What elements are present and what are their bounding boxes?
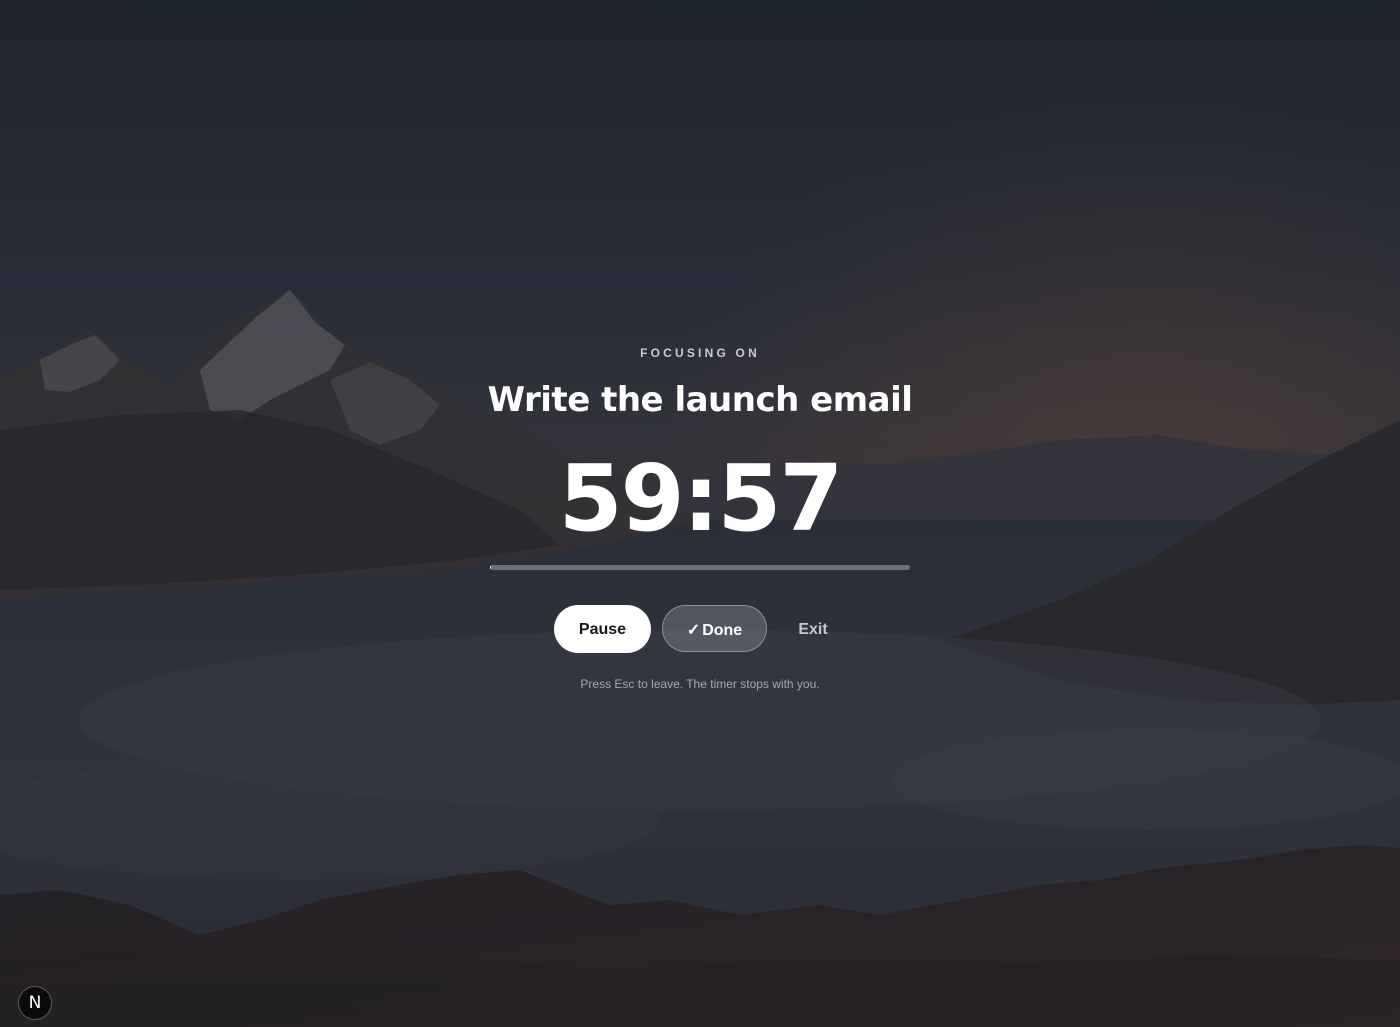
focusing-on-label: FOCUSING ON (640, 346, 760, 360)
timer-progress-bar (490, 565, 910, 570)
done-button[interactable]: ✓ Done (662, 605, 767, 652)
focus-mode-screen: FOCUSING ON Write the launch email 59:57… (0, 0, 1400, 1027)
n-logo-icon[interactable]: N (19, 987, 51, 1019)
done-button-label: Done (702, 622, 743, 639)
checkmark-icon: ✓ (686, 622, 701, 639)
exit-button[interactable]: Exit (784, 605, 842, 653)
escape-hint: Press Esc to leave. The timer stops with… (580, 677, 820, 691)
countdown-timer: 59:57 (558, 445, 844, 552)
task-title: Write the launch email (487, 380, 913, 420)
pause-button[interactable]: Pause (554, 605, 651, 653)
